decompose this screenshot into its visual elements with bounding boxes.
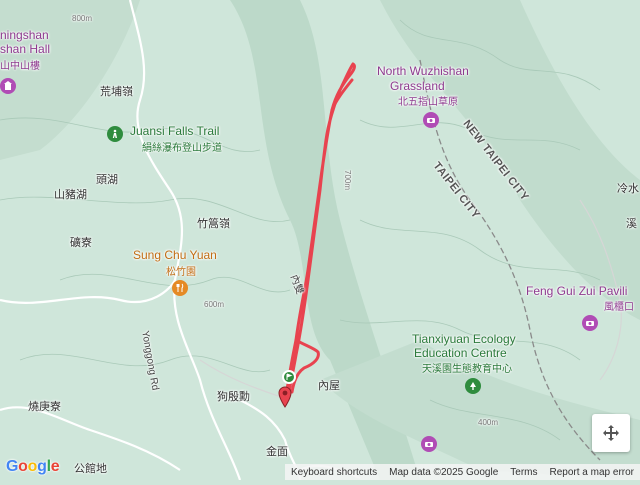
jinmian-label: 金面 — [266, 446, 288, 458]
fullscreen-button[interactable] — [592, 414, 630, 452]
sung-chu-yuan-label-zh[interactable]: 松竹園 — [166, 263, 196, 278]
huangpu-ridge-label: 荒埔嶺 — [100, 86, 133, 98]
sung-chu-yuan-label[interactable]: Sung Chu Yuan — [133, 248, 217, 262]
xi-label: 溪 — [626, 218, 637, 230]
feng-gui-zui-label-zh[interactable]: 風櫃口 — [604, 298, 634, 313]
tianxiyuan-label-zh[interactable]: 天溪園生態教育中心 — [422, 360, 512, 375]
raogengliao-label: 燒庚寮 — [28, 401, 61, 413]
restaurant-icon[interactable] — [172, 280, 188, 296]
terms-link[interactable]: Terms — [504, 467, 543, 478]
touhu-label: 頭湖 — [96, 174, 118, 186]
north-wuzhishan-label-zh[interactable]: 北五指山草原 — [398, 93, 458, 108]
hiking-icon[interactable] — [107, 126, 123, 142]
shanzhuhu-label: 山豬湖 — [54, 189, 87, 201]
neiwu-label: 內屋 — [318, 380, 340, 392]
zhugao-ridge-label: 竹篙嶺 — [197, 218, 230, 230]
kuangliao-label: 礦寮 — [70, 237, 92, 249]
north-wuzhishan-label-2[interactable]: Grassland — [390, 79, 445, 93]
yangmingshan-label-zh[interactable]: 山中山樓 — [0, 57, 40, 72]
tianxiyuan-label-2[interactable]: Education Centre — [414, 346, 507, 360]
yangmingshan-label-1[interactable]: ningshan — [0, 28, 49, 42]
start-flag-icon[interactable] — [282, 370, 296, 384]
keyboard-shortcuts-link[interactable]: Keyboard shortcuts — [285, 467, 383, 478]
feng-gui-zui-label[interactable]: Feng Gui Zui Pavili — [526, 284, 627, 298]
yangmingshan-label-2[interactable]: shan Hall — [0, 42, 50, 56]
lengshui-label: 冷水 — [617, 183, 639, 195]
goudianxun-label: 狗殷勳 — [217, 391, 250, 403]
google-logo[interactable]: Google — [6, 458, 60, 476]
camera-icon[interactable] — [421, 436, 437, 452]
fullscreen-icon — [603, 425, 619, 441]
building-icon[interactable] — [0, 78, 16, 94]
terrain-layer — [0, 0, 640, 481]
attribution-bar: Keyboard shortcuts Map data ©2025 Google… — [284, 464, 640, 480]
contour-label-400: 400m — [478, 418, 499, 427]
tianxiyuan-label-1[interactable]: Tianxiyuan Ecology — [412, 332, 516, 346]
map-data-text: Map data ©2025 Google — [389, 466, 499, 478]
gongguandi-label: 公館地 — [74, 463, 107, 475]
contour-label-700: 700m — [343, 170, 352, 191]
report-error-link[interactable]: Report a map error — [544, 467, 640, 478]
juansi-falls-label-zh[interactable]: 絹絲瀑布登山步道 — [142, 139, 222, 154]
north-wuzhishan-label-1[interactable]: North Wuzhishan — [377, 64, 469, 78]
tree-icon[interactable] — [465, 378, 481, 394]
end-marker-icon[interactable] — [278, 386, 292, 408]
contour-label-600: 600m — [204, 300, 225, 309]
contour-label-800: 800m — [72, 14, 93, 23]
juansi-falls-label[interactable]: Juansi Falls Trail — [130, 124, 219, 138]
map-canvas[interactable]: ningshan shan Hall 山中山樓 荒埔嶺 Juansi Falls… — [0, 0, 640, 481]
camera-icon[interactable] — [423, 112, 439, 128]
camera-icon[interactable] — [582, 315, 598, 331]
